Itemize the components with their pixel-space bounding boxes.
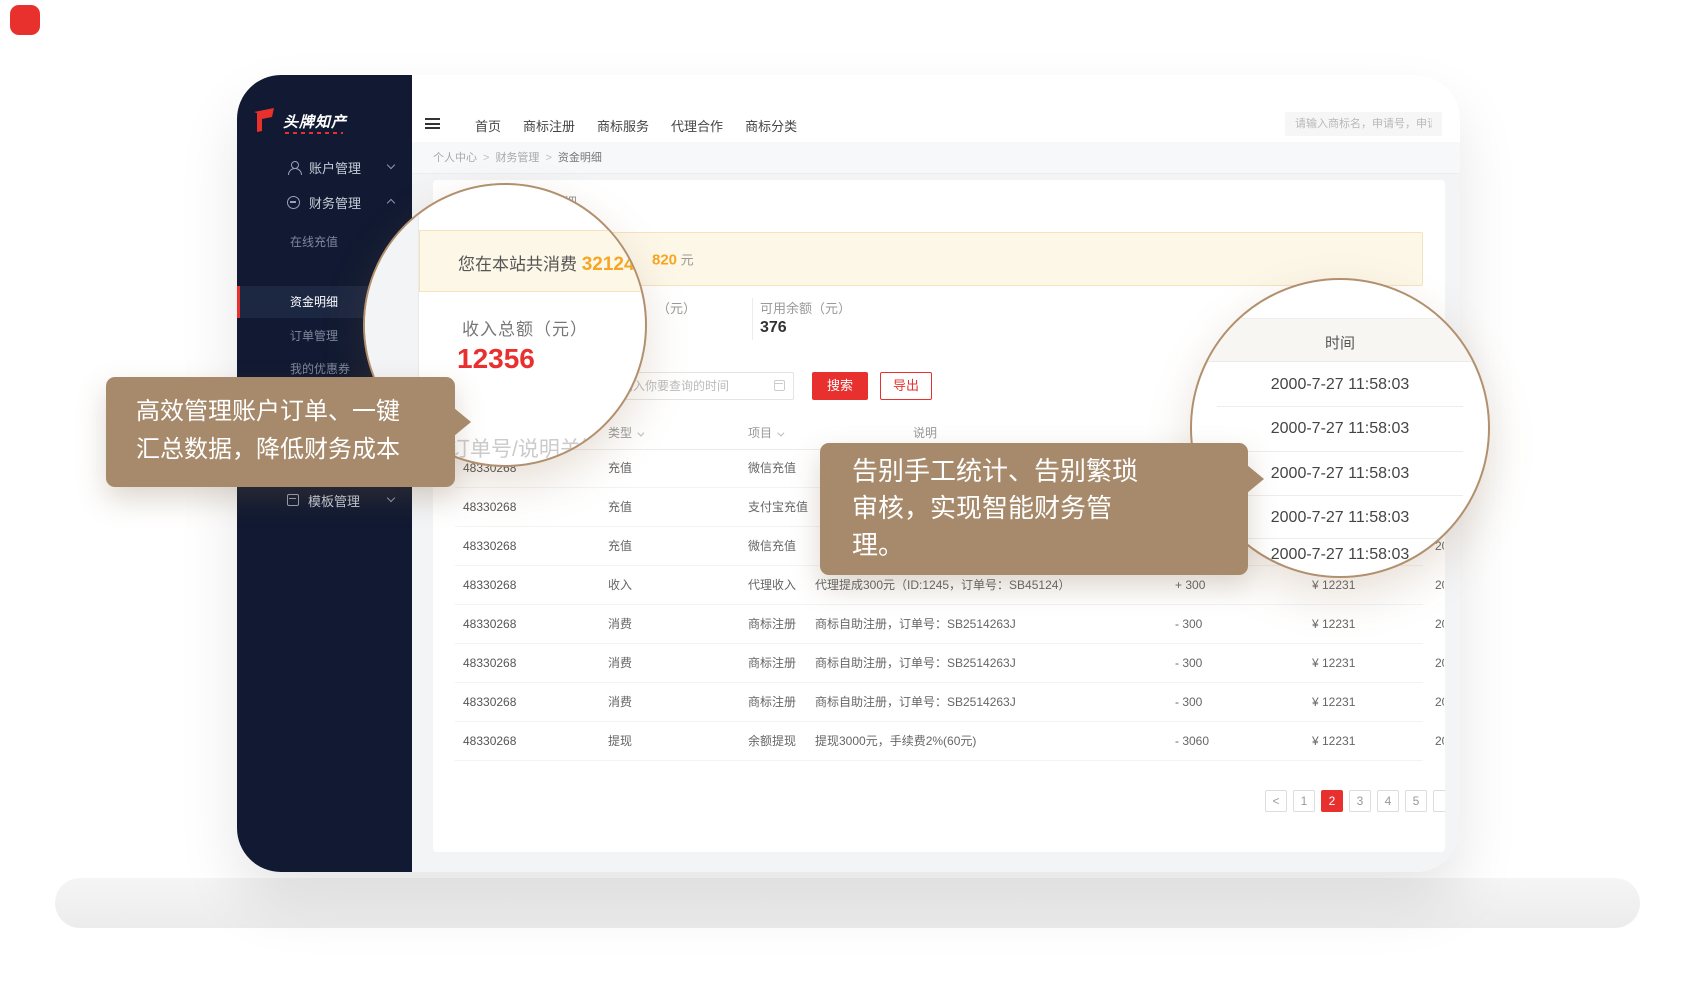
magnified-row-divider: [1217, 406, 1463, 407]
breadcrumb-separator: >: [545, 152, 551, 164]
table-row[interactable]: 48330268消费商标注册商标自助注册，订单号：SB2514263J- 300…: [455, 683, 1423, 722]
callout-line: 告别手工统计、告别繁琐: [852, 453, 1248, 490]
user-icon: [287, 161, 300, 174]
magnified-consumption-banner: 您在本站共消费 32124 元: [419, 230, 647, 292]
trademark-search-input[interactable]: [1285, 112, 1442, 136]
consumption-banner-text: 820 元: [652, 250, 694, 269]
callout-line: 汇总数据，降低财务成本: [136, 431, 455, 469]
callout-arrow-icon: [1247, 465, 1264, 493]
top-nav-items: 首页 商标注册 商标服务 代理合作 商标分类: [475, 113, 797, 137]
template-icon: [287, 494, 299, 506]
page-button-partial[interactable]: [1433, 790, 1445, 812]
callout-line: 高效管理账户订单、一键: [136, 393, 455, 431]
breadcrumb-separator: >: [483, 152, 489, 164]
page-button-4[interactable]: 4: [1377, 790, 1399, 812]
top-navbar: 首页 商标注册 商标服务 代理合作 商标分类: [412, 75, 1460, 142]
sidebar-group-label: 财务管理: [309, 193, 361, 212]
nav-trademark-service[interactable]: 商标服务: [597, 116, 649, 135]
sidebar-group-template[interactable]: 模板管理: [237, 483, 412, 517]
stat-middle-label: （元）: [657, 298, 696, 317]
marketing-screenshot: 头牌知产 账户管理 财务管理 在线充值 资金明细 订单管理 我的优惠券 我的发票…: [0, 0, 1696, 1002]
sort-caret-icon: [777, 430, 784, 437]
page-button-5[interactable]: 5: [1405, 790, 1427, 812]
calendar-icon[interactable]: [774, 380, 785, 391]
wallet-icon: [287, 196, 300, 209]
callout-arrow-icon: [454, 408, 471, 436]
nav-agent-cooperation[interactable]: 代理合作: [671, 116, 723, 135]
sidebar-group-label: 账户管理: [309, 158, 361, 177]
magnified-banner-text: 您在本站共消费 32124 元: [458, 250, 647, 276]
magnified-order-column-header: 订单号/说明关键词: [449, 433, 623, 463]
page-button-3[interactable]: 3: [1349, 790, 1371, 812]
nav-trademark-register[interactable]: 商标注册: [523, 116, 575, 135]
export-button[interactable]: 导出: [880, 372, 932, 400]
table-row[interactable]: 48330268提现余额提现提现3000元，手续费2%(60元)- 3060¥ …: [455, 722, 1423, 761]
breadcrumb-personal-center[interactable]: 个人中心: [433, 152, 477, 164]
hamburger-menu-icon[interactable]: [425, 118, 440, 129]
breadcrumb-current: 资金明细: [558, 152, 602, 164]
page-button-1[interactable]: 1: [1293, 790, 1315, 812]
sidebar-group-account[interactable]: 账户管理: [237, 150, 412, 184]
table-row[interactable]: 48330268消费商标注册商标自助注册，订单号：SB2514263J- 300…: [455, 605, 1423, 644]
consumption-amount: 820: [652, 252, 677, 269]
magnified-row-divider: [1217, 451, 1463, 452]
search-button[interactable]: 搜索: [812, 372, 868, 400]
col-header-project[interactable]: 项目: [748, 424, 782, 441]
magnified-consumption-amount: 32124: [582, 254, 635, 275]
pagination: < 1 2 3 4 5: [1265, 790, 1445, 812]
logo[interactable]: 头牌知产: [251, 105, 401, 139]
sidebar-group-label: 模板管理: [308, 491, 360, 510]
callout-line: 理。: [852, 527, 1248, 564]
callout-finance-efficiency: 高效管理账户订单、一键 汇总数据，降低财务成本: [106, 377, 455, 487]
laptop-base: [55, 878, 1640, 928]
page-button-2-active[interactable]: 2: [1321, 790, 1343, 812]
table-row[interactable]: 48330268消费商标注册商标自助注册，订单号：SB2514263J- 300…: [455, 644, 1423, 683]
col-header-description: 说明: [913, 424, 937, 441]
nav-trademark-category[interactable]: 商标分类: [745, 116, 797, 135]
sort-caret-icon: [637, 430, 644, 437]
chevron-down-icon: [387, 161, 395, 169]
red-corner-accent: [10, 5, 40, 35]
chevron-down-icon: [387, 494, 395, 502]
available-balance-label: 可用余额（元）: [760, 298, 851, 317]
magnified-income-value: 12356: [457, 343, 535, 375]
brand-flag-icon: [251, 107, 277, 133]
breadcrumb-finance[interactable]: 财务管理: [495, 152, 539, 164]
magnified-time-cell: 2000-7-27 11:58:03: [1192, 376, 1488, 394]
logo-title: 头牌知产: [283, 111, 347, 132]
callout-line: 审核，实现智能财务管: [852, 490, 1248, 527]
magnified-row-divider: [1217, 495, 1463, 496]
consumption-unit: 元: [681, 253, 694, 268]
magnified-income-label: 收入总额（元）: [462, 315, 588, 340]
nav-home[interactable]: 首页: [475, 116, 501, 135]
magnified-time-cell: 2000-7-27 11:58:03: [1192, 420, 1488, 438]
magnified-time-header: 时间: [1192, 332, 1488, 353]
available-balance-value: 376: [760, 319, 787, 337]
magnified-row-divider: [1217, 538, 1463, 539]
logo-subtitle-dots: [285, 132, 343, 134]
stat-divider: [752, 298, 753, 340]
breadcrumb: 个人中心 > 财务管理 > 资金明细: [412, 142, 1460, 174]
page-prev-button[interactable]: <: [1265, 790, 1287, 812]
callout-smart-finance: 告别手工统计、告别繁琐 审核，实现智能财务管 理。: [820, 443, 1248, 575]
